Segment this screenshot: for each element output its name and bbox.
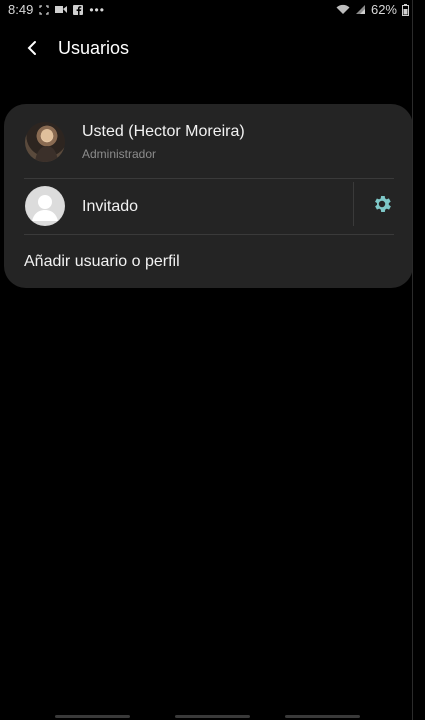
add-user-button[interactable]: Añadir usuario o perfil (24, 253, 180, 271)
gear-icon (371, 193, 393, 220)
status-right: 62% (336, 2, 409, 17)
nav-indicator (285, 715, 360, 718)
guest-avatar (25, 186, 65, 226)
battery-percent: 62% (370, 2, 397, 17)
guest-name: Invitado (82, 198, 139, 215)
right-edge-divider (412, 0, 413, 720)
more-dots-icon: ••• (89, 2, 105, 17)
battery-icon (402, 3, 409, 16)
owner-name: Usted (Hector Moreira) (82, 123, 245, 140)
status-time: 8:49 (8, 2, 34, 17)
page-title: Usuarios (58, 38, 130, 58)
back-button[interactable] (18, 36, 46, 64)
user-row-guest[interactable]: Invitado (4, 179, 413, 233)
status-left: 8:49 ••• (8, 2, 105, 17)
wifi-icon (336, 4, 350, 15)
expand-icon (39, 4, 49, 15)
owner-avatar (25, 122, 65, 162)
facebook-icon (73, 4, 84, 15)
status-bar: 8:49 ••• 62% (0, 0, 425, 20)
app-header: Usuarios (0, 28, 425, 72)
nav-indicator (175, 715, 250, 718)
vertical-separator (353, 182, 354, 226)
owner-role: Administrador (82, 147, 157, 161)
row-divider (24, 234, 394, 235)
users-card: Usted (Hector Moreira) Administrador Inv… (4, 104, 413, 288)
signal-icon (355, 4, 366, 15)
user-row-owner[interactable]: Usted (Hector Moreira) Administrador (4, 104, 413, 178)
nav-indicator (55, 715, 130, 718)
video-icon (55, 5, 68, 14)
back-arrow-icon (25, 40, 39, 61)
guest-settings-button[interactable] (368, 192, 396, 220)
